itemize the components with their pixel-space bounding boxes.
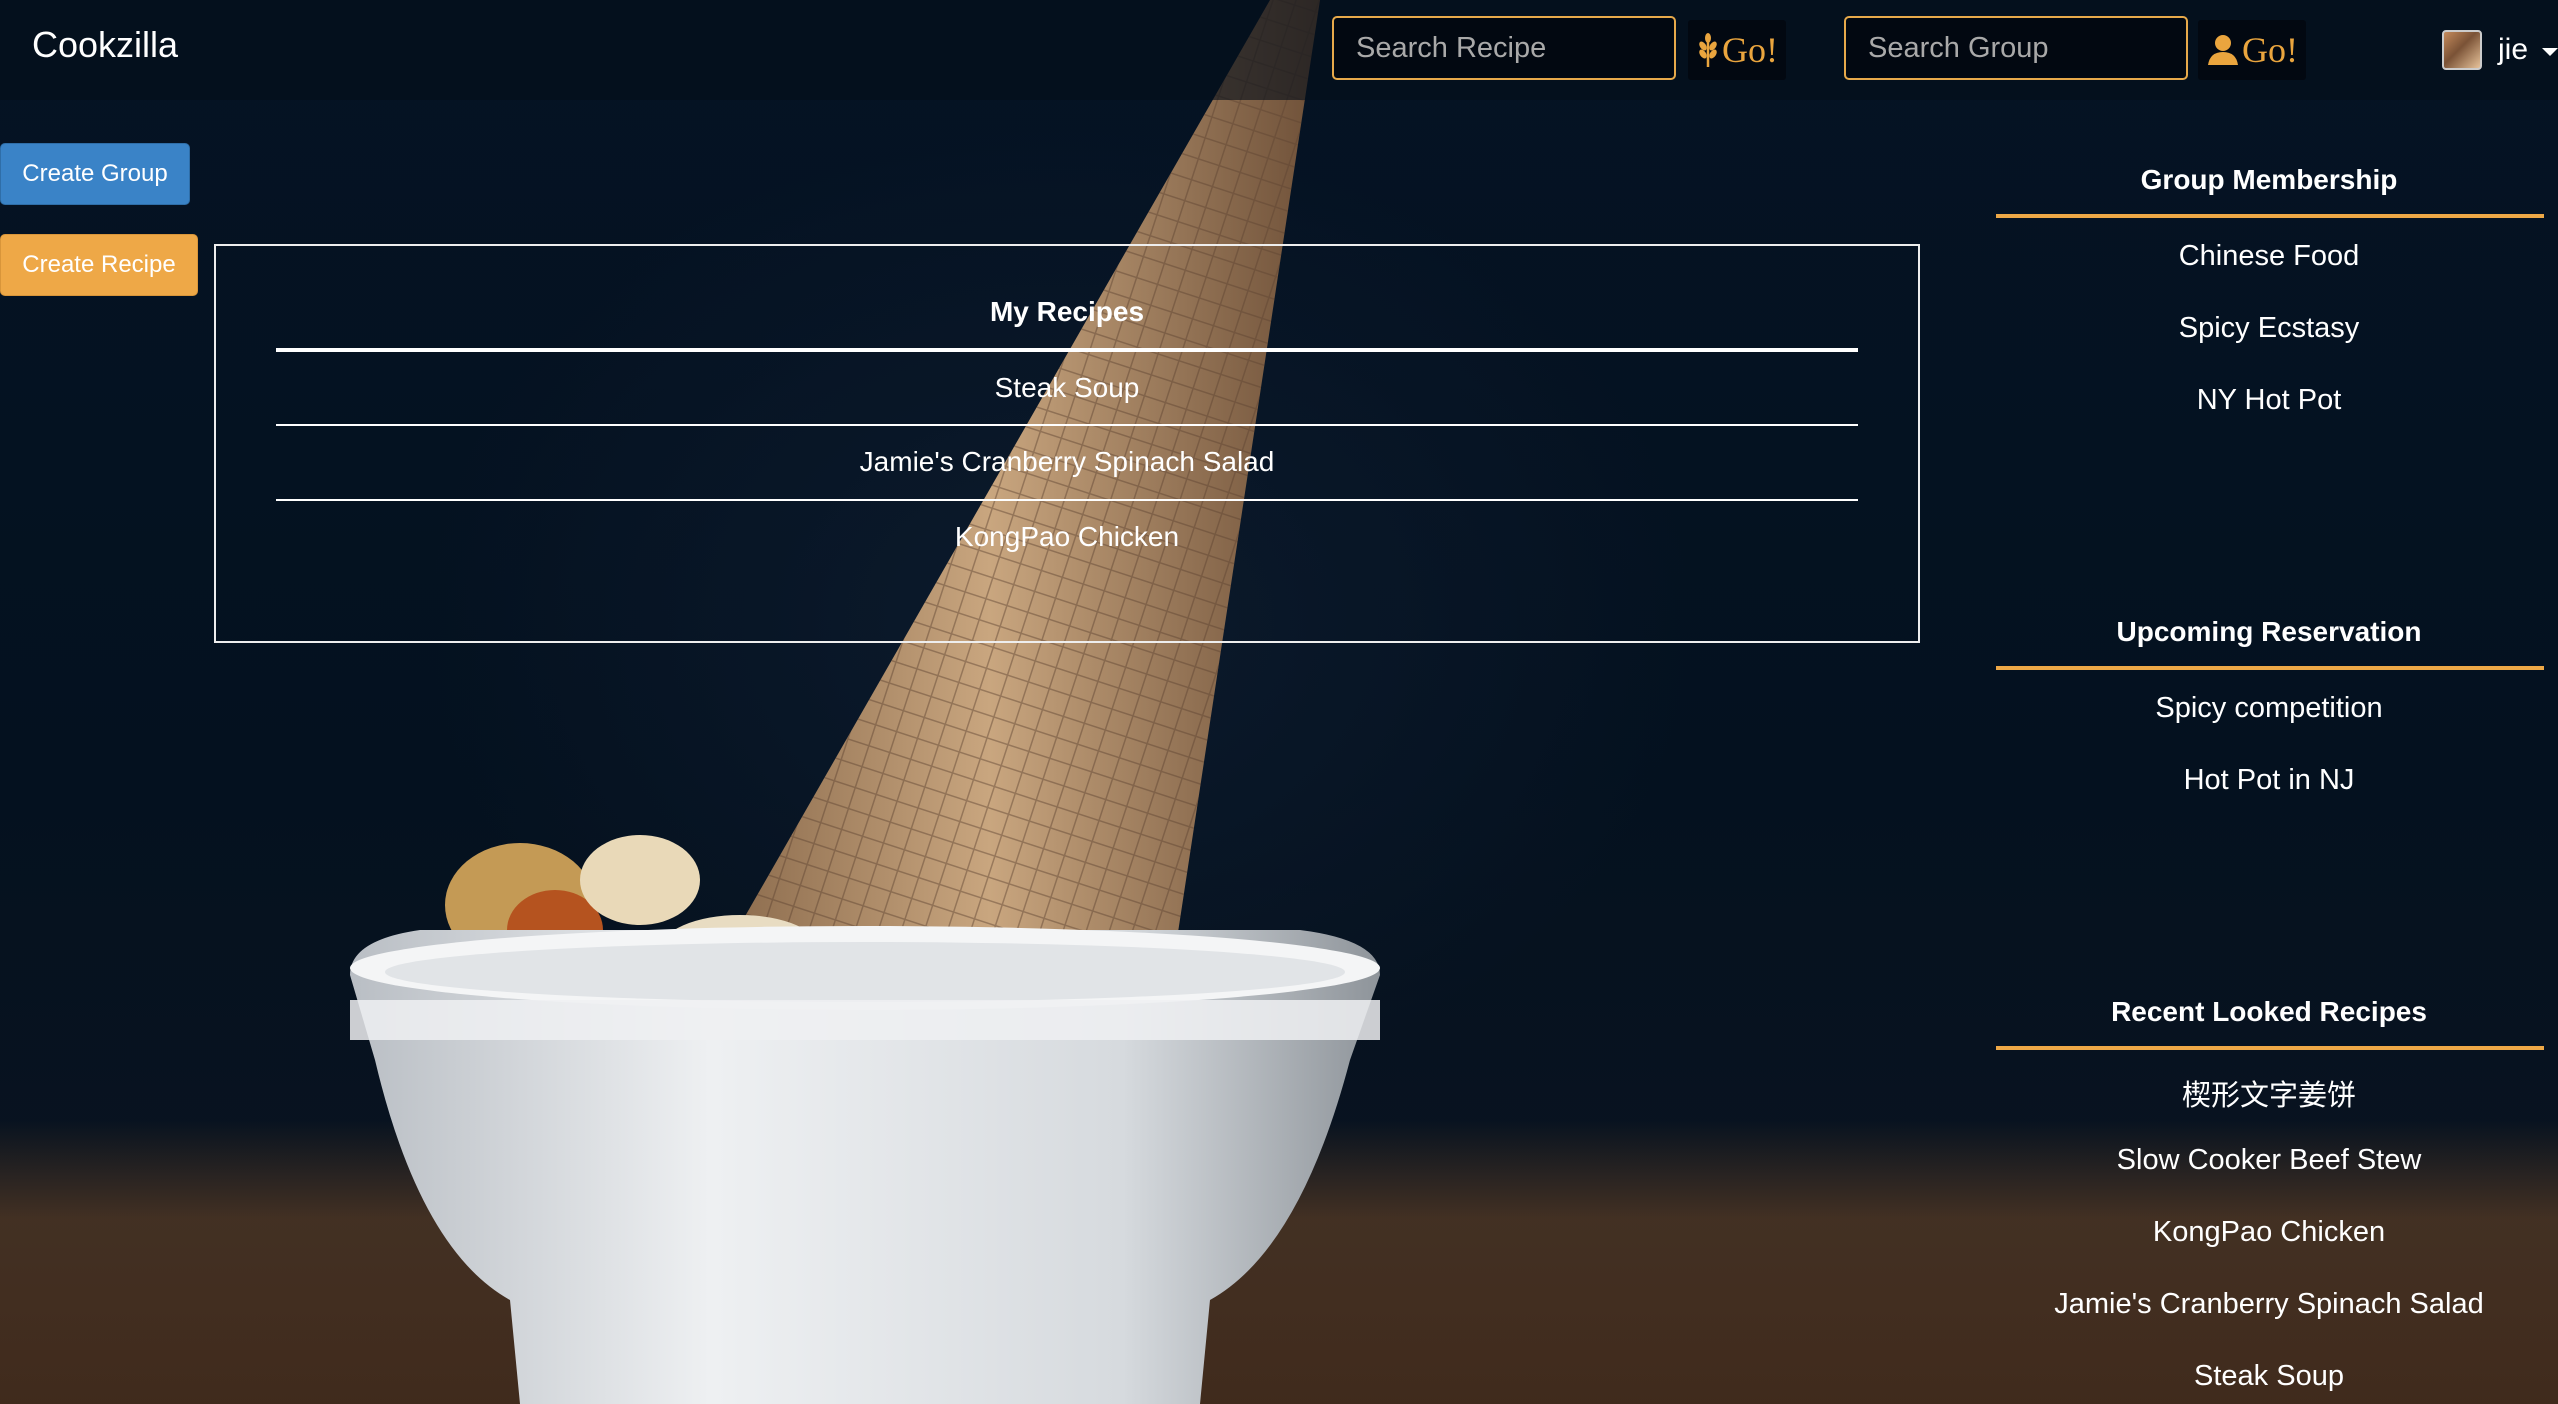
recipe-search-go-button[interactable]: Go! — [1688, 20, 1786, 80]
group-item[interactable]: Chinese Food — [1996, 240, 2542, 273]
chevron-down-icon — [2542, 48, 2558, 56]
divider — [276, 424, 1858, 426]
user-menu[interactable]: jie — [2442, 30, 2558, 70]
my-recipe-item[interactable]: Jamie's Cranberry Spinach Salad — [216, 446, 1918, 478]
upcoming-reservation-title: Upcoming Reservation — [2116, 616, 2422, 647]
avatar — [2442, 30, 2482, 70]
my-recipes-panel: My Recipes Steak Soup Jamie's Cranberry … — [214, 244, 1920, 643]
divider — [1996, 1046, 2544, 1050]
recent-recipe-item[interactable]: KongPao Chicken — [1996, 1216, 2542, 1249]
divider — [1996, 666, 2544, 670]
username: jie — [2498, 33, 2529, 66]
recipe-search-go-label: Go! — [1722, 30, 1778, 70]
my-recipe-item[interactable]: Steak Soup — [216, 372, 1918, 404]
group-search-input[interactable] — [1844, 16, 2188, 80]
recent-recipe-item[interactable]: 楔形文字姜饼 — [1996, 1072, 2542, 1114]
reservation-item[interactable]: Hot Pot in NJ — [1996, 764, 2542, 797]
recent-recipe-item[interactable]: Slow Cooker Beef Stew — [1996, 1144, 2542, 1177]
group-item[interactable]: Spicy Ecstasy — [1996, 312, 2542, 345]
recent-recipes-title: Recent Looked Recipes — [2111, 996, 2427, 1027]
divider — [276, 499, 1858, 501]
group-search-go-label: Go! — [2242, 30, 2298, 70]
create-recipe-button[interactable]: Create Recipe — [0, 234, 198, 296]
divider — [1996, 214, 2544, 218]
my-recipes-title: My Recipes — [989, 296, 1145, 327]
wheat-icon — [1699, 33, 1717, 67]
group-item[interactable]: NY Hot Pot — [1996, 384, 2542, 417]
group-membership-title: Group Membership — [2140, 164, 2398, 195]
person-icon — [2208, 35, 2238, 65]
group-search-go-button[interactable]: Go! — [2198, 20, 2306, 80]
my-recipe-item[interactable]: KongPao Chicken — [216, 521, 1918, 553]
create-group-button[interactable]: Create Group — [0, 143, 190, 205]
recipe-search-input[interactable] — [1332, 16, 1676, 80]
recent-recipe-item[interactable]: Steak Soup — [1996, 1360, 2542, 1393]
top-navbar: Cookzilla Go! Go! jie — [0, 0, 2558, 100]
recent-recipe-item[interactable]: Jamie's Cranberry Spinach Salad — [1996, 1288, 2542, 1321]
divider — [276, 348, 1858, 352]
brand-logo[interactable]: Cookzilla — [32, 24, 178, 66]
reservation-item[interactable]: Spicy competition — [1996, 692, 2542, 725]
